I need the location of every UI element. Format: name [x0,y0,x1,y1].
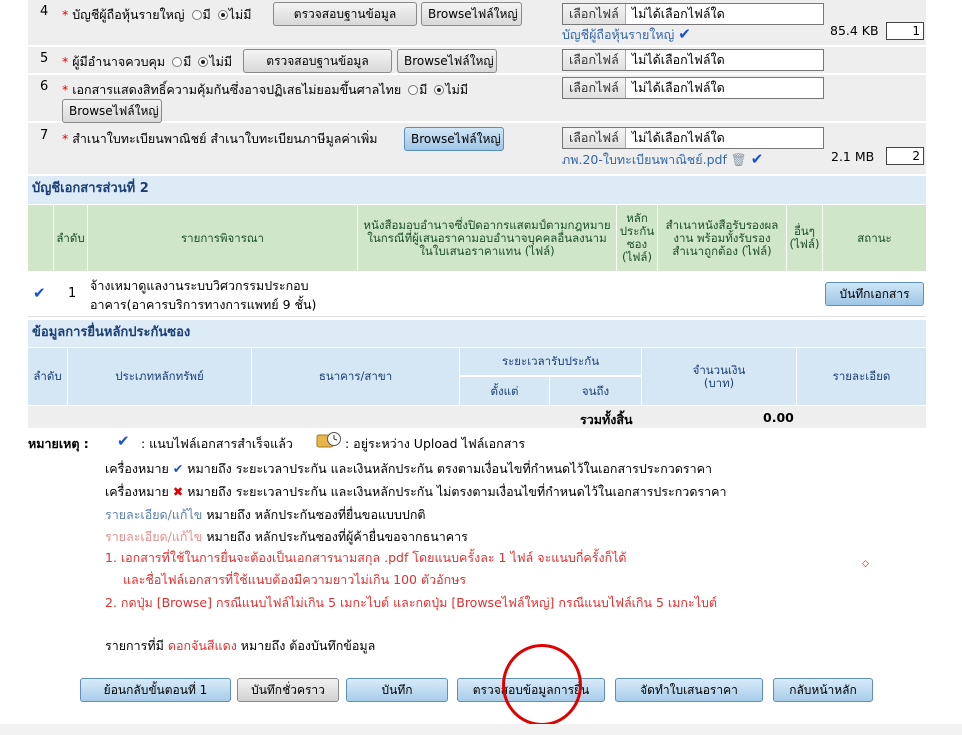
upload-clock-icon [316,431,342,449]
header-poa: หนังสือมอบอำนาจซึ่งปิดอากรแสตมป์ตามกฎหมา… [358,205,617,271]
g-header-to: จนถึง [550,377,642,405]
g-header-period: ระยะเวลารับประกัน [460,348,642,376]
browse-large-file-button[interactable]: Browseไฟล์ใหญ่ [62,99,162,123]
note-edit-normal: รายละเอียด/แก้ไข หมายถึง หลักประกันซองที… [105,507,426,522]
note-uploading: : อยู่ระหว่าง Upload ไฟล์เอกสาร [345,436,526,451]
attached-file-link[interactable]: ภพ.20-ใบทะเบียนพาณิชย์.pdf 🗑 ✔ [562,150,763,170]
header-item: รายการพิจารณา [88,205,358,271]
g-header-order: ลำดับ [28,348,68,405]
check-database-button[interactable]: ตรวจสอบฐานข้อมูล [273,2,417,26]
edit-link-normal[interactable]: รายละเอียด/แก้ไข [105,507,202,522]
note-required: รายการที่มี ดอกจันสีแดง หมายถึง ต้องบันท… [105,638,376,653]
note-mark-bad: เครื่องหมาย ✖ หมายถึง ระยะเวลาประกัน และ… [105,484,727,499]
row-number: 1 [68,286,77,301]
row-4-label: * บัญชีผู้ถือหุ้นรายใหญ่ มี ไม่มี [62,7,252,22]
header-guarantee: หลักประกันซอง (ไฟล์) [617,205,658,271]
g-header-type: ประเภทหลักทรัพย์ [68,348,252,405]
attached-file-link[interactable]: บัญชีผู้ถือหุ้นรายใหญ่ ✔ [562,25,691,45]
check-icon: ✔ [117,432,130,450]
guarantee-section-title: ข้อมูลการยื่นหลักประกันซอง [28,320,926,347]
note-edit-bank: รายละเอียด/แก้ไข หมายถึง หลักประกันซองที… [105,529,468,544]
cross-icon: ✖ [172,484,184,499]
header-status: สถานะ [823,205,926,271]
file-count-input[interactable]: 2 [886,147,924,165]
file-count-input[interactable]: 1 [886,22,924,40]
note-attached: : แนบไฟล์เอกสารสำเร็จแล้ว [141,436,293,451]
browse-large-file-button[interactable]: Browseไฟล์ใหญ่ [397,49,497,73]
save-document-button[interactable]: บันทึกเอกสาร [825,282,924,306]
trash-icon[interactable]: 🗑 [731,152,747,167]
row-5-label: * ผู้มีอำนาจควบคุม มี ไม่มี [62,54,233,69]
edit-link-bank[interactable]: รายละเอียด/แก้ไข [105,529,202,544]
create-quotation-button[interactable]: จัดทำใบเสนอราคา [615,678,763,702]
required-asterisk: * [62,82,69,97]
browse-large-file-button[interactable]: Browseไฟล์ใหญ่ [404,127,504,151]
save-draft-button[interactable]: บันทึกชั่วคราว [237,678,339,702]
browse-large-file-button[interactable]: Browseไฟล์ใหญ่ [421,2,522,26]
notes-heading: หมายเหตุ : [28,436,89,451]
row-6-number: 6 [40,79,49,94]
file-input[interactable]: เลือกไฟล์ ไม่ได้เลือกไฟล์ใด [562,3,824,25]
small-check-icon: ✔ [172,461,184,476]
row-item: จ้างเหมาดูแลงานระบบวิศวกรรมประกอบอาคาร(อ… [90,278,317,312]
check-icon: ✔ [750,150,764,168]
required-asterisk: * [62,54,69,69]
note-mark-ok: เครื่องหมาย ✔ หมายถึง ระยะเวลาประกัน และ… [105,461,713,476]
check-database-button[interactable]: ตรวจสอบฐานข้อมูล [243,49,392,73]
file-size: 85.4 KB [830,23,879,38]
total-value: 0.00 [763,410,794,425]
back-home-button[interactable]: กลับหน้าหลัก [773,678,873,702]
red-dot-marker: ◇ [862,559,869,569]
annotation-circle [502,644,582,726]
header-order: ลำดับ [54,205,88,271]
radio-no[interactable] [217,10,228,20]
required-asterisk: * [62,131,69,146]
file-input[interactable]: เลือกไฟล์ ไม่ได้เลือกไฟล์ใด [562,127,824,149]
back-step1-button[interactable]: ย้อนกลับขั้นตอนที่ 1 [80,678,231,702]
radio-yes[interactable] [408,85,419,95]
radio-no[interactable] [198,57,209,67]
g-header-detail: รายละเอียด [797,348,926,405]
row-6-label: * เอกสารแสดงสิทธิ์ความคุ้มกันซึ่งอาจปฏิเ… [62,82,469,97]
required-asterisk: * [62,7,69,22]
rule-1b: และชื่อไฟล์เอกสารที่ใช้แนบต้องมีความยาวไ… [123,572,467,587]
g-header-amount: จำนวนเงิน (บาท) [642,348,797,405]
header-other: อื่นๆ (ไฟล์) [787,205,823,271]
radio-no[interactable] [434,85,445,95]
radio-yes[interactable] [191,10,202,20]
file-size: 2.1 MB [831,149,875,164]
section-2-title: บัญชีเอกสารส่วนที่ 2 [28,176,926,204]
row-5-number: 5 [40,51,49,66]
file-input[interactable]: เลือกไฟล์ ไม่ได้เลือกไฟล์ใด [562,49,824,71]
file-input[interactable]: เลือกไฟล์ ไม่ได้เลือกไฟล์ใด [562,77,824,99]
g-header-from: ตั้งแต่ [460,377,550,405]
header-copy: สำเนาหนังสือรับรองผลงาน พร้อมทั้งรับรองส… [658,205,787,271]
check-icon: ✔ [678,25,691,43]
save-button[interactable]: บันทึก [346,678,448,702]
row-7-number: 7 [40,128,49,143]
rule-1a: 1. เอกสารที่ใช้ในการยื่นจะต้องเป็นเอกสาร… [105,550,627,565]
check-icon: ✔ [33,284,46,302]
rule-2: 2. กดปุ่ม [Browse] กรณีแนบไฟล์ไม่เกิน 5 … [105,595,718,610]
row-4-number: 4 [40,4,49,19]
g-header-bank: ธนาคาร/สาขา [252,348,460,405]
total-label: รวมทั้งสิ้น [580,412,633,427]
row-7-label: * สำเนาใบทะเบียนพาณิชย์ สำเนาใบทะเบียนภา… [62,131,378,146]
radio-yes[interactable] [172,57,183,67]
